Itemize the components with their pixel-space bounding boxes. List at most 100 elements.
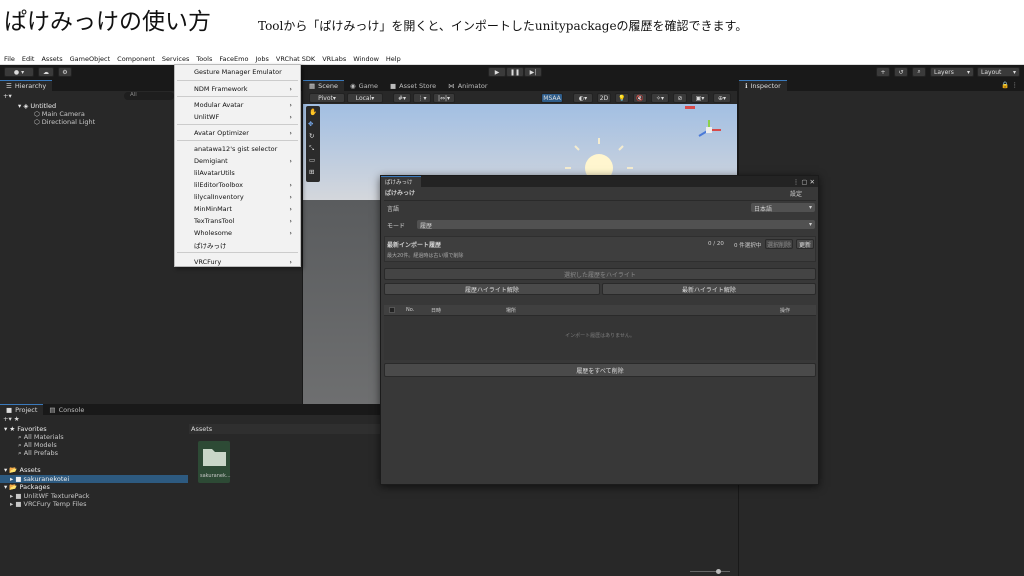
breadcrumb-assets[interactable]: Assets — [191, 425, 212, 433]
step-button[interactable]: ▶| — [524, 67, 542, 77]
chevron-right-icon: › — [289, 84, 292, 93]
menu-jobs[interactable]: Jobs — [255, 55, 268, 63]
tools-menu-item[interactable]: lilycalInventory › — [175, 191, 300, 202]
menu-item-label: lilEditorToolbox — [194, 180, 244, 189]
layers-dropdown[interactable]: Layers ▾ — [930, 67, 974, 77]
highlight-selected-button[interactable]: 選択した履歴をハイライト — [384, 268, 816, 280]
menu-faceemo[interactable]: FaceEmo — [219, 55, 248, 63]
menu-window[interactable]: Window — [353, 55, 379, 63]
tab-label: Project — [15, 406, 38, 414]
tools-menu-item[interactable]: UnlitWF › — [175, 111, 300, 122]
menu-item-label: Avatar Optimizer — [194, 128, 249, 137]
window-tabbar: ぱけみっけ ⋮ ▢ ✕ — [381, 176, 818, 187]
select-all-checkbox[interactable] — [389, 307, 395, 313]
hierarchy-item-light[interactable]: ⬡ Directional Light — [34, 118, 95, 126]
packages-section[interactable]: ▾ 📂 Packages — [4, 483, 50, 491]
package-item[interactable]: ▸ ■ UnlitWF TexturePack — [10, 492, 90, 500]
tab-label: Inspector — [750, 82, 781, 90]
tab-inspector[interactable]: ℹ Inspector — [739, 80, 787, 91]
zoom-slider[interactable] — [690, 569, 730, 574]
delete-selected-button[interactable]: 選択削除 — [765, 239, 793, 249]
menu-vrlabs[interactable]: VRLabs — [322, 55, 346, 63]
pause-button[interactable]: ❚❚ — [506, 67, 524, 77]
window-controls[interactable]: ⋮ ▢ ✕ — [793, 178, 815, 186]
tools-menu-item[interactable]: VRCFury › — [175, 256, 300, 267]
move-tool-icon[interactable]: ✥ — [308, 120, 313, 128]
menu-item-label: lilAvatarUtils — [194, 168, 235, 177]
menu-file[interactable]: File — [4, 55, 15, 63]
chevron-down-icon: ▾ — [1012, 68, 1016, 76]
tools-menu-item[interactable]: Wholesome › — [175, 227, 300, 238]
tools-menu-item[interactable]: MinMinMart › — [175, 203, 300, 214]
chevron-right-icon: › — [289, 192, 292, 201]
folder-name: sakuranekotei — [23, 475, 70, 483]
favorite-item[interactable]: ⌕ All Prefabs — [18, 449, 58, 458]
clear-recent-highlight-button[interactable]: 最新ハイライト解除 — [602, 283, 816, 295]
mode-select[interactable]: 履歴 ▾ — [417, 220, 815, 230]
clear-history-highlight-button[interactable]: 履歴ハイライト解除 — [384, 283, 600, 295]
object-label: Directional Light — [41, 118, 96, 126]
tab-hierarchy[interactable]: ☰ Hierarchy — [0, 80, 53, 91]
tab-project[interactable]: ■ Project — [0, 404, 44, 415]
rect-tool-icon[interactable]: ▭ — [309, 156, 315, 164]
settings-button[interactable]: 設定 — [790, 189, 802, 198]
page-subtitle: Toolから「ぱけみっけ」を開くと、インポートしたunitypackageの履歴… — [258, 19, 748, 33]
menu-item-label: NDM Framework — [194, 84, 248, 93]
favorites-section[interactable]: ▾ ★ Favorites — [4, 425, 47, 433]
tools-menu-item[interactable]: lilEditorToolbox › — [175, 179, 300, 190]
language-select[interactable]: 日本語 ▾ — [751, 203, 815, 213]
scene-root[interactable]: ▾ ◈ Untitled — [18, 102, 56, 110]
tools-menu-item[interactable]: anatawa12's gist selector — [175, 143, 300, 154]
refresh-button[interactable]: 更新 — [796, 239, 814, 249]
plus-icon[interactable]: + — [876, 67, 890, 77]
scale-tool-icon[interactable]: ⤡ — [309, 144, 314, 153]
tab-label: Hierarchy — [14, 82, 47, 90]
orientation-gizmo — [685, 106, 721, 137]
menu-edit[interactable]: Edit — [22, 55, 35, 63]
menu-separator — [177, 140, 298, 141]
menu-component[interactable]: Component — [117, 55, 155, 63]
assets-section[interactable]: ▾ 📂 Assets — [4, 466, 41, 474]
lock-icon[interactable]: 🔒 ⋮ — [1001, 81, 1018, 89]
add-icon[interactable]: +▾ — [3, 92, 12, 100]
chevron-right-icon: › — [289, 257, 292, 266]
asset-folder-item[interactable]: ▸ ■ sakuranekotei — [10, 475, 69, 483]
asset-tile[interactable]: sakuranek... — [198, 441, 231, 483]
search-icon[interactable]: ⌕ — [912, 67, 926, 77]
account-button[interactable]: ● ▾ — [4, 67, 34, 77]
tools-menu-item[interactable]: Gesture Manager Emulator — [175, 66, 300, 77]
tools-menu-item[interactable]: Modular Avatar › — [175, 99, 300, 110]
create-button[interactable]: +▾ ★ — [3, 415, 20, 423]
chevron-down-icon: ▾ — [808, 204, 812, 211]
chevron-right-icon: › — [289, 180, 292, 189]
tab-console[interactable]: ▤ Console — [43, 404, 91, 415]
menu-tools[interactable]: Tools — [196, 55, 212, 63]
tools-menu-item[interactable]: NDM Framework › — [175, 83, 300, 94]
tools-menu-item[interactable]: ぱけみっけ — [175, 239, 300, 250]
delete-all-history-button[interactable]: 履歴をすべて削除 — [384, 363, 816, 377]
rotate-tool-icon[interactable]: ↻ — [309, 132, 314, 140]
menu-vrchat-sdk[interactable]: VRChat SDK — [276, 55, 315, 63]
tools-menu-item[interactable]: TexTransTool › — [175, 215, 300, 226]
cloud-icon[interactable]: ☁ — [38, 67, 54, 77]
hierarchy-item-camera[interactable]: ⬡ Main Camera — [34, 110, 85, 118]
hierarchy-search[interactable]: All — [124, 92, 174, 100]
window-title: ぱけみっけ — [385, 190, 416, 197]
tools-menu-item[interactable]: lilAvatarUtils — [175, 167, 300, 178]
gear-icon[interactable]: ⚙ — [58, 67, 72, 77]
layout-dropdown[interactable]: Layout ▾ — [977, 67, 1020, 77]
transform-tool-icon[interactable]: ⊞ — [309, 168, 314, 176]
menu-help[interactable]: Help — [386, 55, 401, 63]
tools-menu-item[interactable]: Avatar Optimizer › — [175, 127, 300, 138]
chevron-down-icon: ▾ — [808, 221, 812, 228]
play-button[interactable]: ▶ — [488, 67, 506, 77]
tools-menu-item[interactable]: Demigiant › — [175, 155, 300, 166]
history-icon[interactable]: ↺ — [894, 67, 908, 77]
menu-services[interactable]: Services — [162, 55, 189, 63]
menu-gameobject[interactable]: GameObject — [70, 55, 111, 63]
tab-pakemikke[interactable]: ぱけみっけ — [381, 176, 421, 187]
menu-assets[interactable]: Assets — [41, 55, 62, 63]
hand-tool-icon[interactable]: ✋ — [309, 108, 317, 116]
package-item[interactable]: ▸ ■ VRCFury Temp Files — [10, 500, 86, 508]
history-count: 0 / 20 — [708, 241, 724, 247]
